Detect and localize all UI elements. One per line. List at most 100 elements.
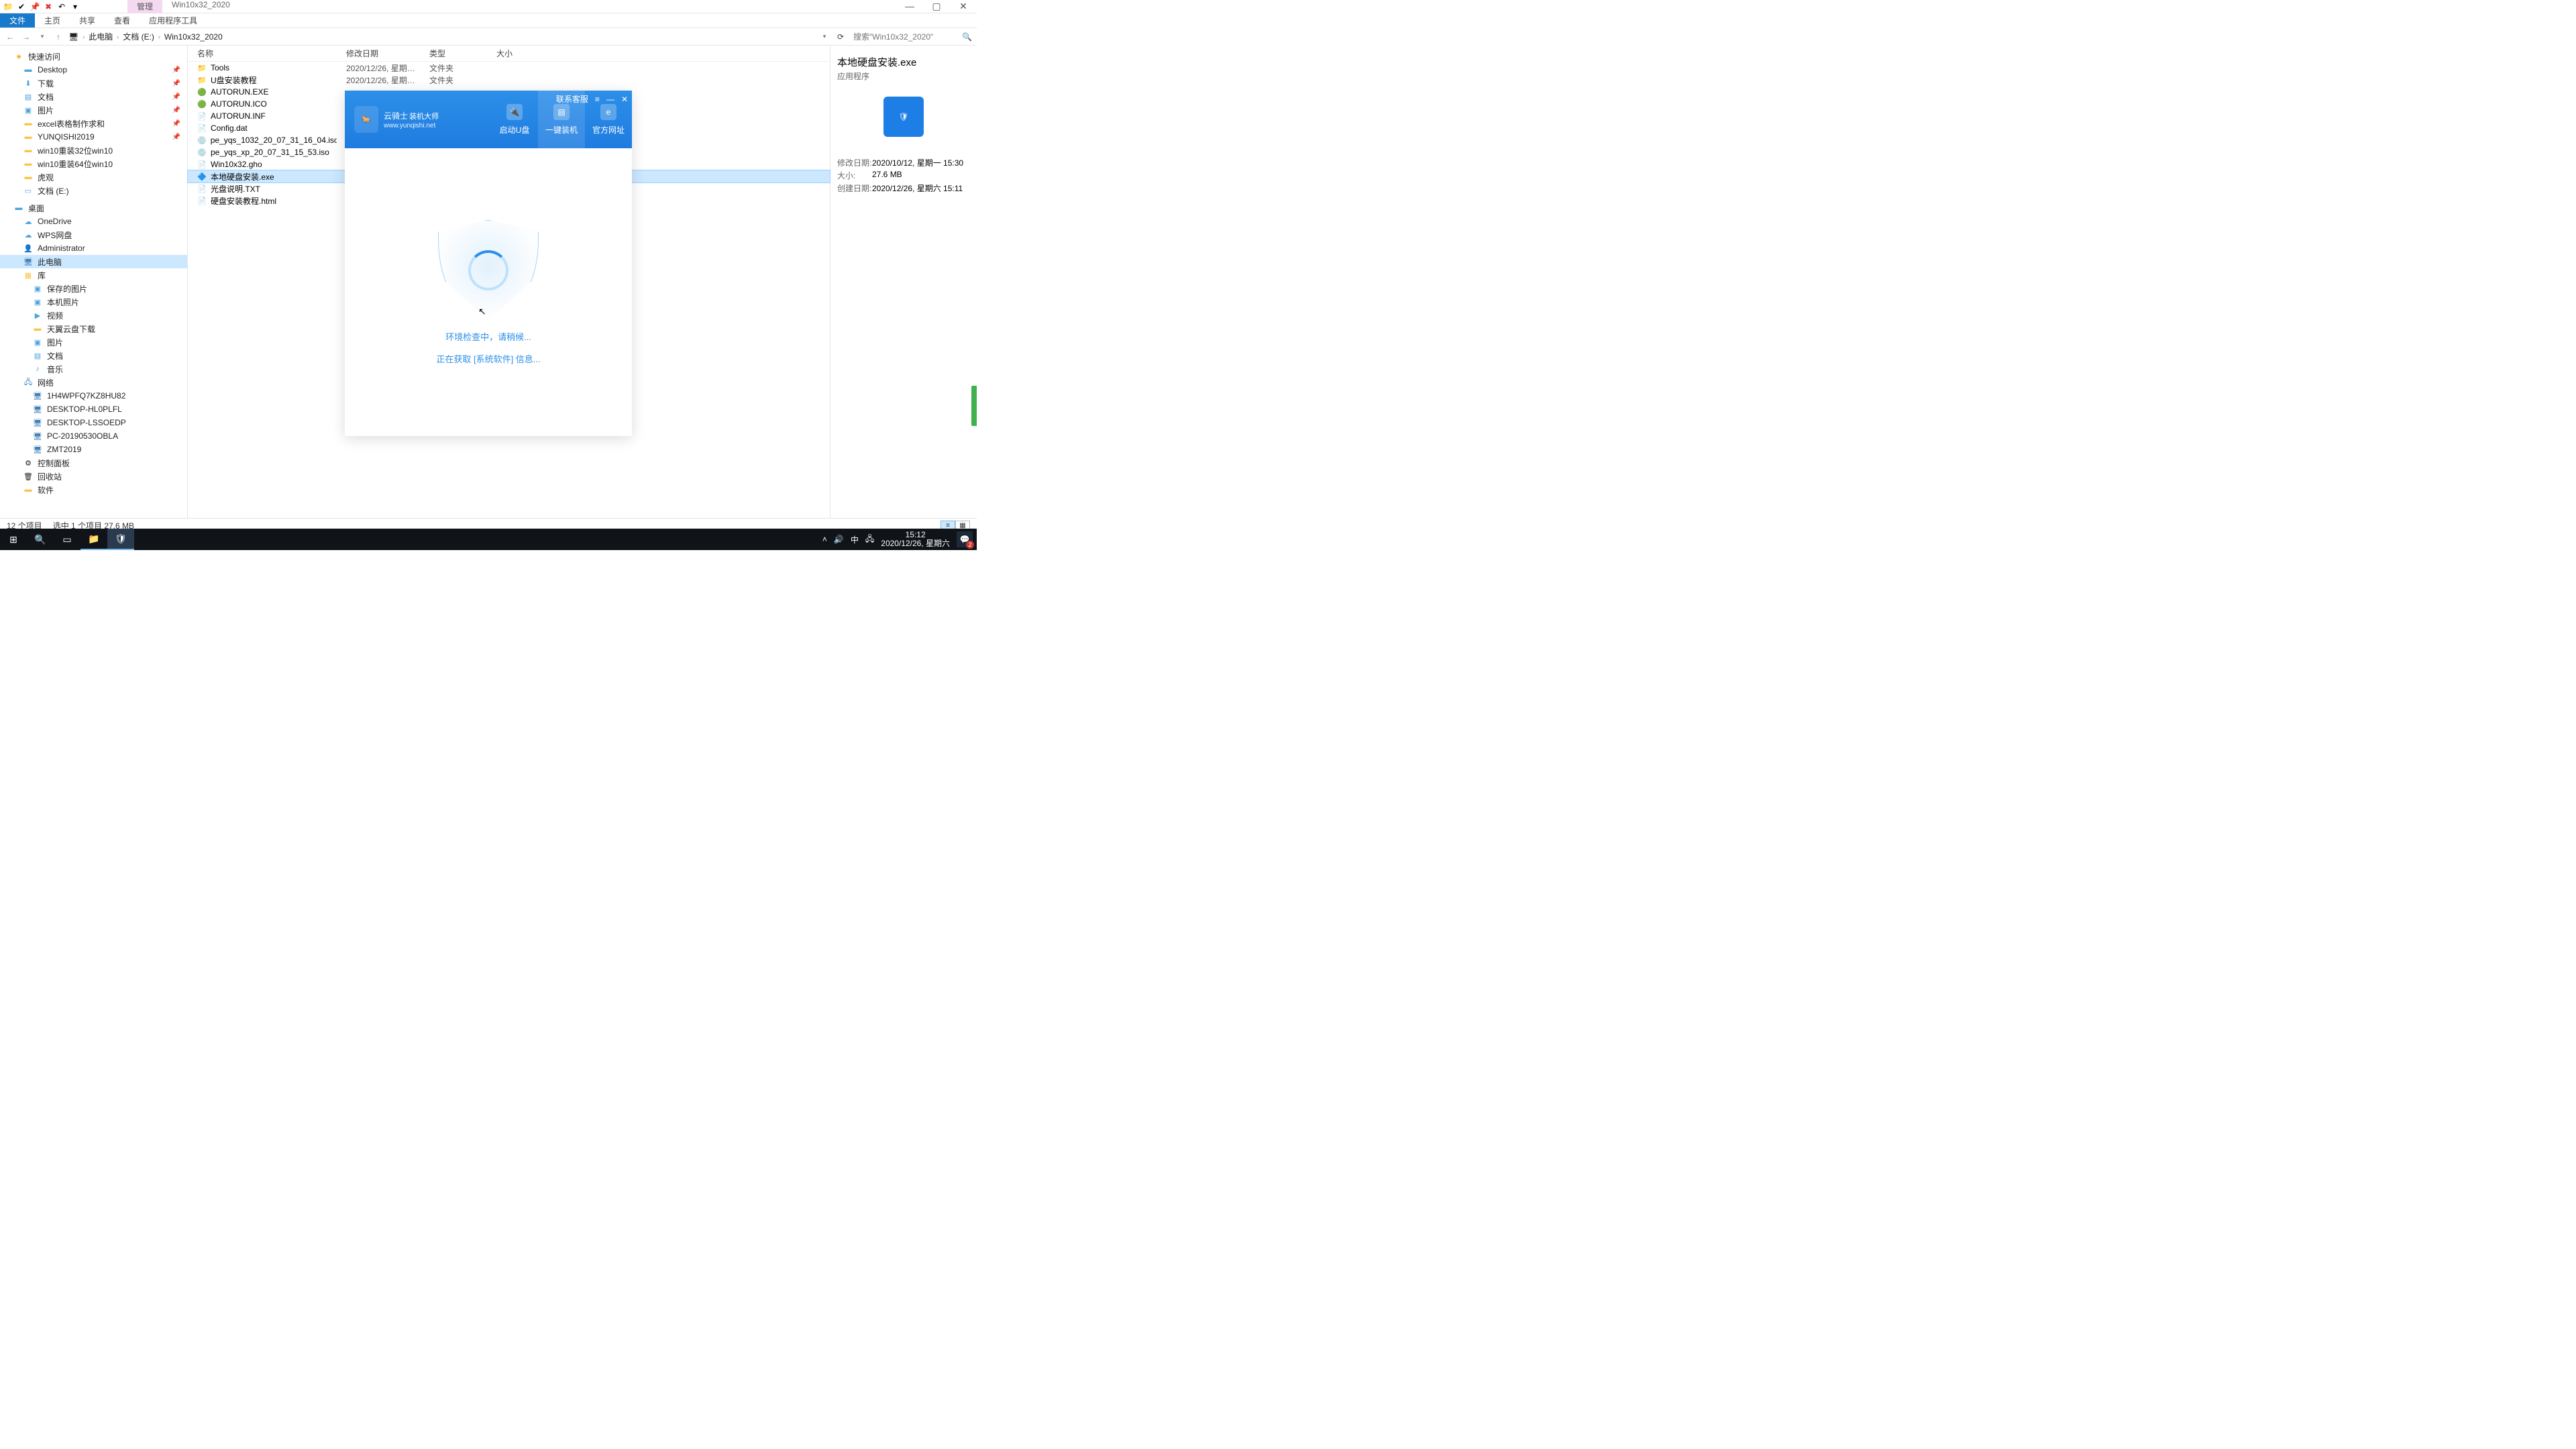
- quick-access-toolbar: 📁 ✔ 📌 ✖ ↶ ▾: [0, 1, 80, 12]
- modal-tab-usb[interactable]: 🔌启动U盘: [491, 91, 538, 148]
- tray-ime[interactable]: 中: [851, 534, 859, 545]
- close-button[interactable]: ✕: [950, 1, 977, 12]
- nav-net-5[interactable]: 🖥ZMT2019: [0, 443, 187, 456]
- modal-contact[interactable]: 联系客服: [556, 93, 588, 105]
- nav-lib-cameraroll[interactable]: ▣本机照片: [0, 295, 187, 309]
- user-icon: 👤: [23, 244, 34, 253]
- qat-pin-icon[interactable]: 📌: [30, 1, 40, 12]
- nav-lib-pictures[interactable]: ▣图片: [0, 335, 187, 349]
- nav-quick-drive-e[interactable]: ▭文档 (E:): [0, 184, 187, 197]
- details-pane: 本地硬盘安装.exe 应用程序 🛡 修改日期:2020/10/12, 星期一 1…: [830, 46, 977, 518]
- nav-lib-music[interactable]: ♪音乐: [0, 362, 187, 376]
- breadcrumb[interactable]: 🖥 › 此电脑 › 文档 (E:) › Win10x32_2020: [68, 31, 814, 42]
- ribbon-tab-home[interactable]: 主页: [35, 13, 70, 28]
- taskbar-search[interactable]: 🔍: [27, 529, 54, 550]
- file-name: pe_yqs_xp_20_07_31_15_53.iso: [211, 148, 329, 157]
- refresh-button[interactable]: ⟳: [835, 32, 847, 42]
- file-date: 2020/12/26, 星期六 1...: [337, 74, 420, 86]
- modal-menu-icon[interactable]: ≡: [595, 95, 600, 104]
- file-name: pe_yqs_1032_20_07_31_16_04.iso: [211, 136, 337, 145]
- nav-quick-pictures[interactable]: ▣图片📌: [0, 103, 187, 117]
- nav-net-2[interactable]: 🖥DESKTOP-HL0PLFL: [0, 402, 187, 416]
- modal-close-icon[interactable]: ✕: [621, 95, 628, 104]
- search-icon[interactable]: 🔍: [962, 32, 973, 42]
- col-date[interactable]: 修改日期: [337, 48, 420, 59]
- file-row[interactable]: 📁U盘安装教程2020/12/26, 星期六 1...文件夹: [188, 74, 830, 86]
- crumb-dropdown-icon[interactable]: ▾: [818, 33, 830, 40]
- nav-quick-excel[interactable]: ▬excel表格制作求和📌: [0, 117, 187, 130]
- nav-forward-button[interactable]: →: [20, 32, 32, 42]
- col-size[interactable]: 大小: [487, 48, 541, 59]
- pic-icon: ▣: [32, 337, 43, 347]
- crumb-2[interactable]: 文档 (E:): [123, 31, 154, 42]
- ribbon-tab-share[interactable]: 共享: [70, 13, 105, 28]
- nav-software[interactable]: ▬软件: [0, 483, 187, 496]
- file-icon: 📄: [197, 111, 207, 121]
- nav-up-button[interactable]: ↑: [52, 32, 64, 42]
- star-icon: ★: [13, 52, 24, 61]
- ribbon-tab-file[interactable]: 文件: [0, 13, 35, 28]
- file-row[interactable]: 📁Tools2020/12/26, 星期六 1...文件夹: [188, 62, 830, 74]
- close-small-icon[interactable]: ✖: [43, 1, 54, 12]
- nav-onedrive[interactable]: ☁OneDrive: [0, 215, 187, 228]
- qat-dropdown-icon[interactable]: ▾: [70, 1, 80, 12]
- col-type[interactable]: 类型: [420, 48, 487, 59]
- nav-lib-docs[interactable]: ▤文档: [0, 349, 187, 362]
- tray-clock[interactable]: 15:12 2020/12/26, 星期六: [881, 531, 950, 548]
- nav-back-button[interactable]: ←: [4, 32, 16, 42]
- nav-recycle[interactable]: 🗑回收站: [0, 470, 187, 483]
- nav-lib-tianyi[interactable]: ▬天翼云盘下载: [0, 322, 187, 335]
- nav-quick-desktop[interactable]: ▬Desktop📌: [0, 63, 187, 76]
- pic-icon: ▣: [32, 284, 43, 293]
- file-name: U盘安装教程: [211, 74, 257, 86]
- nav-history-dropdown[interactable]: ▾: [36, 33, 48, 40]
- nav-desktop[interactable]: ▬桌面: [0, 201, 187, 215]
- tray-network-icon[interactable]: 🖧: [865, 533, 874, 547]
- context-tab-manage[interactable]: 管理: [127, 0, 162, 13]
- col-name[interactable]: 名称: [188, 48, 337, 59]
- nav-thispc[interactable]: 🖥此电脑: [0, 255, 187, 268]
- nav-lib-video[interactable]: ▶视频: [0, 309, 187, 322]
- nav-quick-documents[interactable]: ▤文档📌: [0, 90, 187, 103]
- nav-net-1[interactable]: 🖥1H4WPFQ7KZ8HU82: [0, 389, 187, 402]
- modal-minimize-icon[interactable]: —: [606, 95, 614, 104]
- ribbon-tab-view[interactable]: 查看: [105, 13, 140, 28]
- nav-wps[interactable]: ☁WPS网盘: [0, 228, 187, 241]
- nav-quick-yunqishi[interactable]: ▬YUNQISHI2019📌: [0, 130, 187, 144]
- nav-control-panel[interactable]: ⚙控制面板: [0, 456, 187, 470]
- pc-icon: 🖥: [32, 431, 43, 441]
- nav-libraries[interactable]: ▦库: [0, 268, 187, 282]
- navigation-pane: ★快速访问 ▬Desktop📌 ⬇下载📌 ▤文档📌 ▣图片📌 ▬excel表格制…: [0, 46, 188, 518]
- taskbar-taskview[interactable]: ▭: [54, 529, 80, 550]
- checkbox-icon[interactable]: ✔: [16, 1, 27, 12]
- nav-quick-access[interactable]: ★快速访问: [0, 50, 187, 63]
- nav-admin[interactable]: 👤Administrator: [0, 241, 187, 255]
- taskbar-explorer[interactable]: 📁: [80, 529, 107, 550]
- maximize-button[interactable]: ▢: [923, 1, 950, 12]
- folder-icon: 📁: [3, 1, 13, 12]
- tray-volume-icon[interactable]: 🔊: [834, 535, 844, 544]
- nav-quick-downloads[interactable]: ⬇下载📌: [0, 76, 187, 90]
- tray-chevron-icon[interactable]: ˄: [822, 535, 827, 544]
- nav-lib-savedpics[interactable]: ▣保存的图片: [0, 282, 187, 295]
- undo-icon[interactable]: ↶: [56, 1, 67, 12]
- crumb-3[interactable]: Win10x32_2020: [164, 32, 223, 42]
- file-name: Config.dat: [211, 123, 248, 133]
- nav-net-3[interactable]: 🖥DESKTOP-LSSOEDP: [0, 416, 187, 429]
- taskbar-yunqishi[interactable]: 🛡: [107, 529, 134, 550]
- nav-quick-huguan[interactable]: ▬虎观: [0, 170, 187, 184]
- tray-notifications[interactable]: 💬2: [957, 531, 973, 547]
- search-input[interactable]: [851, 31, 958, 43]
- minimize-button[interactable]: —: [896, 1, 923, 12]
- ribbon-tab-apptools[interactable]: 应用程序工具: [140, 13, 207, 28]
- crumb-1[interactable]: 此电脑: [89, 31, 113, 42]
- nav-quick-win10-64[interactable]: ▬win10重装64位win10: [0, 157, 187, 170]
- yunqishi-modal: 🐎 云骑士装机大师 www.yunqishi.net 🔌启动U盘 ▤一键装机 e…: [345, 91, 632, 436]
- start-button[interactable]: ⊞: [0, 529, 27, 550]
- nav-network[interactable]: 🖧网络: [0, 376, 187, 389]
- pin-icon: 📌: [172, 93, 180, 101]
- file-icon: 📄: [197, 160, 207, 169]
- side-handle[interactable]: [971, 386, 977, 426]
- nav-net-4[interactable]: 🖥PC-20190530OBLA: [0, 429, 187, 443]
- nav-quick-win10-32[interactable]: ▬win10重装32位win10: [0, 144, 187, 157]
